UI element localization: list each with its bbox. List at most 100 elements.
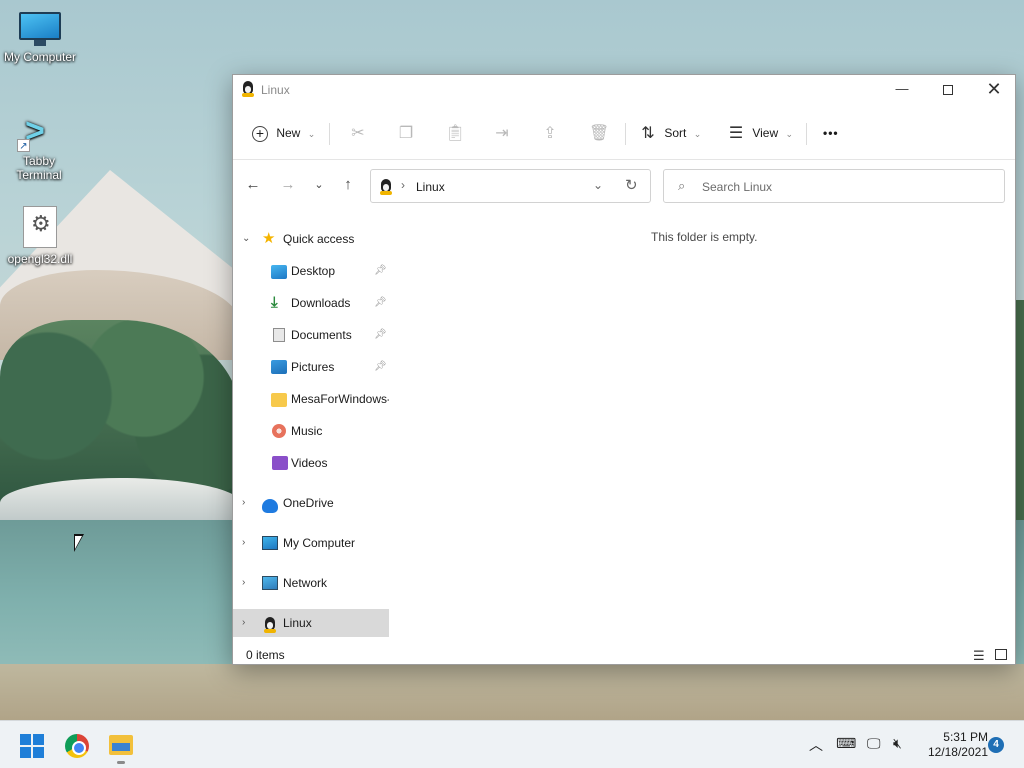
- minimize-button[interactable]: —: [879, 75, 925, 105]
- pin-icon: 📌︎: [374, 361, 387, 372]
- refresh-icon[interactable]: ↻: [625, 176, 638, 194]
- chevron-right-icon: ›: [242, 537, 246, 548]
- sidebar-item-label: Downloads: [291, 296, 351, 310]
- display-icon[interactable]: 🖵︎: [867, 735, 881, 752]
- sort-button[interactable]: ⇅ Sort ⌄: [639, 119, 701, 147]
- clock-time: 5:31 PM: [943, 730, 988, 744]
- volume-muted-icon[interactable]: 🔇︎: [893, 735, 902, 752]
- sidebar-item-linux[interactable]: › Linux: [233, 609, 389, 637]
- monitor-icon: [19, 12, 61, 46]
- sort-icon: ⇅: [641, 124, 655, 142]
- clock[interactable]: 5:31 PM 12/18/2021: [918, 730, 988, 760]
- chevron-down-icon: ⌄: [242, 233, 251, 244]
- close-button[interactable]: ✕: [971, 75, 1017, 105]
- download-icon: ⤓: [271, 294, 278, 311]
- notification-badge[interactable]: 4: [988, 737, 1004, 753]
- desktop-icon-tabby-terminal[interactable]: > ↗ Tabby Terminal: [0, 110, 78, 182]
- search-input[interactable]: [702, 176, 992, 198]
- close-icon: ✕: [986, 79, 1002, 99]
- maximize-button[interactable]: [925, 75, 971, 105]
- dll-file-icon: ⚙: [23, 206, 57, 248]
- sidebar-item-quick-access[interactable]: ⌄ ★ Quick access: [233, 225, 389, 253]
- new-label: New: [276, 126, 301, 140]
- sidebar-item-network[interactable]: › Network: [233, 569, 389, 597]
- sidebar-item-pictures[interactable]: Pictures 📌︎: [233, 353, 389, 381]
- toolbar-divider: [806, 123, 807, 145]
- chevron-down-icon: ⌄: [693, 129, 702, 139]
- sidebar-item-documents[interactable]: Documents 📌︎: [233, 321, 389, 349]
- copy-button[interactable]: ❐: [397, 119, 415, 147]
- search-icon: ⌕: [678, 178, 686, 193]
- view-label: View: [752, 126, 779, 140]
- back-button[interactable]: ←: [239, 169, 267, 201]
- navigation-row: ← → ⌄ ↑ › Linux ⌄ ↻ ⌕: [233, 167, 1015, 203]
- pictures-icon: [271, 360, 287, 374]
- delete-icon: 🗑︎: [589, 124, 610, 142]
- tabby-icon: > ↗: [17, 110, 59, 152]
- sidebar-item-my-computer[interactable]: › My Computer: [233, 529, 389, 557]
- paste-button[interactable]: 📋︎: [445, 119, 465, 147]
- start-icon[interactable]: [20, 734, 44, 758]
- keyboard-icon[interactable]: ⌨: [836, 735, 856, 752]
- music-icon: [272, 424, 286, 438]
- address-bar[interactable]: › Linux ⌄ ↻: [370, 169, 651, 203]
- details-view-icon[interactable]: ☰: [973, 648, 985, 664]
- sidebar-item-label: Documents: [291, 328, 352, 342]
- breadcrumb-separator-icon: ›: [401, 178, 405, 192]
- new-button[interactable]: + New ⌄: [252, 119, 315, 147]
- sidebar-item-downloads[interactable]: ⤓ Downloads 📌︎: [233, 289, 389, 317]
- cloud-icon: [262, 499, 278, 513]
- toolbar-divider: [625, 123, 626, 145]
- cut-icon: ✂: [351, 124, 365, 142]
- sort-label: Sort: [664, 126, 687, 140]
- gear-icon: ⚙: [31, 211, 51, 236]
- sidebar-item-label: Videos: [291, 456, 328, 470]
- pin-icon: 📌︎: [374, 329, 387, 340]
- sidebar-item-mesaforwindows[interactable]: MesaForWindows-: [233, 385, 389, 413]
- desktop-icon-label: Tabby Terminal: [16, 154, 62, 182]
- more-options-button[interactable]: •••: [823, 119, 839, 147]
- chrome-icon[interactable]: [65, 734, 89, 758]
- title-bar[interactable]: Linux — ✕: [233, 75, 1015, 105]
- sidebar-item-desktop[interactable]: Desktop 📌︎: [233, 257, 389, 285]
- file-explorer-window: Linux — ✕ + New ⌄ ✂ ❐ 📋︎ ⇥ ⇪ 🗑︎ ⇅ Sort ⌄…: [232, 74, 1016, 665]
- forward-button[interactable]: →: [274, 169, 302, 201]
- up-button[interactable]: ↑: [334, 169, 362, 201]
- navigation-pane: ⌄ ★ Quick access Desktop 📌︎ ⤓ Downloads …: [233, 221, 389, 639]
- desktop-icon-opengl32-dll[interactable]: ⚙ opengl32.dll: [0, 206, 80, 266]
- sidebar-item-videos[interactable]: Videos: [233, 449, 389, 477]
- desktop-icon-label: opengl32.dll: [7, 252, 73, 266]
- item-count: 0 items: [246, 648, 285, 662]
- file-explorer-icon[interactable]: [109, 735, 133, 755]
- delete-button[interactable]: 🗑︎: [589, 119, 610, 147]
- sidebar-item-onedrive[interactable]: › OneDrive: [233, 489, 389, 517]
- sidebar-item-label: Pictures: [291, 360, 335, 374]
- sidebar-item-music[interactable]: Music: [233, 417, 389, 445]
- address-dropdown-icon[interactable]: ⌄: [593, 178, 603, 192]
- share-button[interactable]: ⇪: [541, 119, 559, 147]
- chevron-down-icon: ⌄: [785, 129, 794, 139]
- recent-locations-button[interactable]: ⌄: [305, 169, 333, 201]
- cut-button[interactable]: ✂: [349, 119, 367, 147]
- clock-date: 12/18/2021: [927, 745, 988, 759]
- status-bar: 0 items ☰: [233, 645, 1015, 665]
- arrow-right-icon: →: [280, 176, 296, 193]
- share-icon: ⇪: [543, 124, 557, 142]
- view-button[interactable]: ☰ View ⌄: [727, 119, 793, 147]
- shortcut-arrow-icon: ↗: [17, 139, 30, 152]
- more-icon: •••: [823, 126, 839, 140]
- taskbar: ︿ ⌨ 🖵︎ 🔇︎ 5:31 PM 12/18/2021 4: [0, 720, 1024, 768]
- sidebar-item-label: Network: [283, 576, 328, 590]
- chevron-right-icon: ›: [242, 577, 246, 588]
- large-icons-view-icon[interactable]: [995, 649, 1007, 660]
- wallpaper-shore: [0, 664, 1024, 720]
- pin-icon: 📌︎: [374, 265, 387, 276]
- rename-button[interactable]: ⇥: [493, 119, 511, 147]
- chevron-up-icon[interactable]: ︿: [809, 735, 823, 755]
- search-box[interactable]: ⌕: [663, 169, 1005, 203]
- wallpaper-forest-right: [1016, 300, 1024, 520]
- chevron-down-icon: ⌄: [314, 179, 324, 191]
- breadcrumb-linux[interactable]: Linux: [416, 180, 445, 194]
- desktop-icon-my-computer[interactable]: My Computer: [0, 12, 80, 64]
- minimize-icon: —: [895, 81, 909, 96]
